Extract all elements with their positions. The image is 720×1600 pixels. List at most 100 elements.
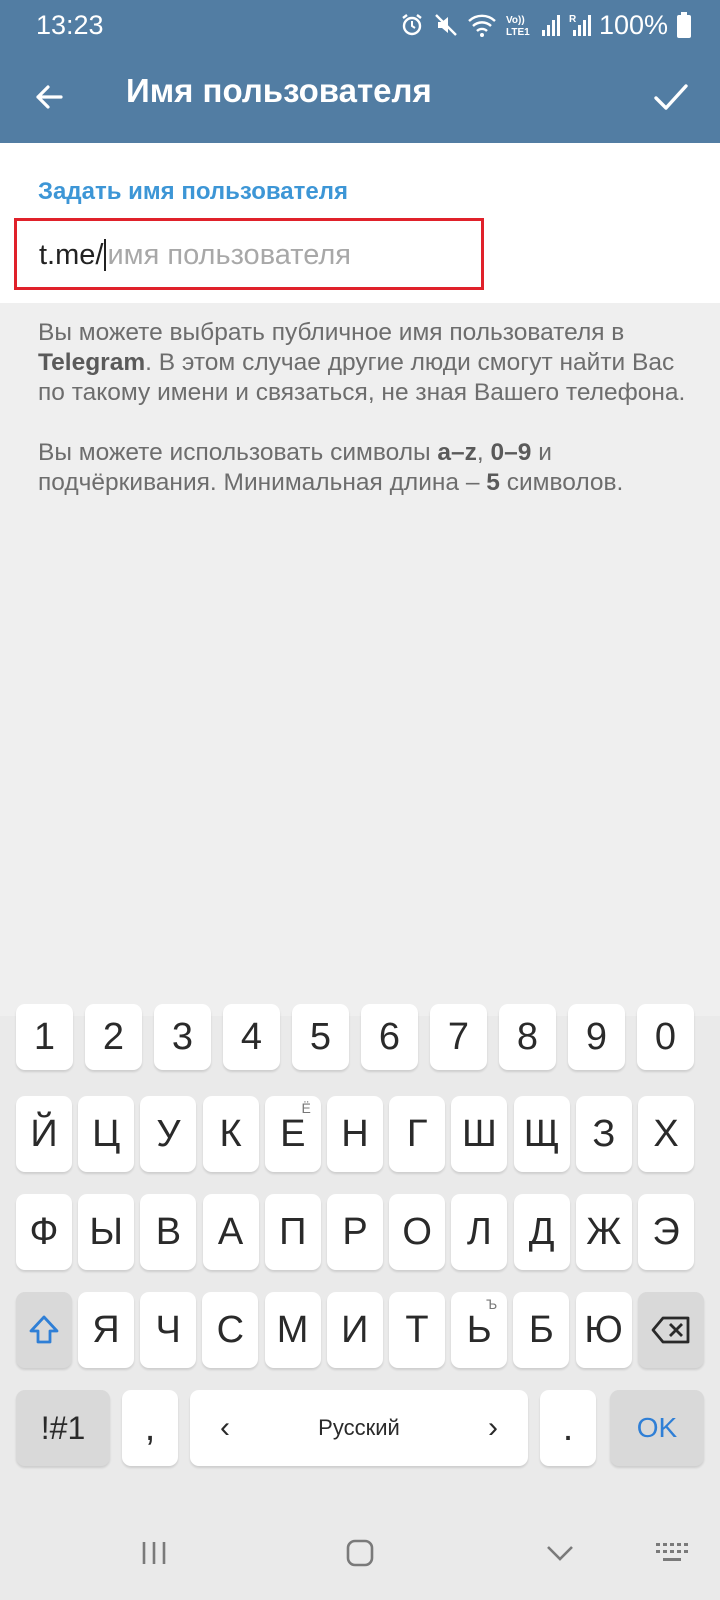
period-key-label: . (562, 1406, 574, 1449)
key-letter[interactable]: Ю (575, 1292, 632, 1368)
key-letter[interactable]: Э (638, 1194, 694, 1270)
comma-key-label: , (144, 1406, 156, 1449)
key-letter[interactable]: ЬЪ (451, 1292, 508, 1368)
space-key[interactable]: ‹ Русский › (190, 1390, 528, 1466)
key-letter-label: В (155, 1210, 182, 1253)
key-letter[interactable]: Ж (575, 1194, 632, 1270)
info-text: Вы можете выбрать публичное имя пользова… (38, 318, 688, 498)
key-letter-label: З (592, 1112, 616, 1155)
key-5[interactable]: 5 (292, 1004, 349, 1070)
key-letter-label: Ю (584, 1308, 623, 1351)
key-0[interactable]: 0 (637, 1004, 694, 1070)
key-letter[interactable]: Я (78, 1292, 134, 1368)
key-letter[interactable]: М (264, 1292, 321, 1368)
chevron-down-icon (547, 1546, 573, 1561)
key-letter[interactable]: Р (327, 1194, 383, 1270)
key-letter[interactable]: Ф (16, 1194, 72, 1270)
home-button[interactable] (330, 1528, 390, 1578)
svg-text:Vo)): Vo)) (506, 15, 525, 26)
key-letter-label: Г (406, 1112, 428, 1155)
arrow-back-icon (36, 85, 63, 109)
key-letter[interactable]: К (202, 1096, 259, 1172)
key-letter-label: Л (466, 1210, 492, 1253)
backspace-icon (651, 1316, 690, 1344)
backspace-key[interactable] (638, 1292, 704, 1368)
recents-icon (142, 1542, 166, 1564)
key-letter[interactable]: Ш (451, 1096, 508, 1172)
page-title: Имя пользователя (126, 72, 432, 109)
key-letter[interactable]: С (202, 1292, 259, 1368)
key-letter[interactable]: А (202, 1194, 259, 1270)
hide-keyboard-button[interactable] (530, 1528, 590, 1578)
key-letter[interactable]: З (575, 1096, 632, 1172)
key-9[interactable]: 9 (568, 1004, 625, 1070)
key-letter[interactable]: Д (513, 1194, 570, 1270)
key-3[interactable]: 3 (154, 1004, 211, 1070)
key-letter[interactable]: Ы (78, 1194, 135, 1270)
svg-text:R: R (569, 14, 577, 25)
volte-icon: Vo)) LTE1 (506, 15, 530, 38)
key-letter-label: Ф (29, 1210, 59, 1253)
input-placeholder: имя пользователя (107, 238, 352, 271)
symbols-key-label: !#1 (40, 1409, 86, 1446)
key-letter[interactable]: Ч (140, 1292, 197, 1368)
key-letter-label: Д (528, 1210, 555, 1253)
battery-icon (677, 12, 691, 38)
key-8[interactable]: 8 (499, 1004, 556, 1070)
key-letter-label: Ш (461, 1112, 497, 1155)
key-letter-label: Й (30, 1112, 58, 1155)
key-letter[interactable]: П (264, 1194, 321, 1270)
section-label: Задать имя пользователя (38, 178, 349, 205)
key-4[interactable]: 4 (223, 1004, 280, 1070)
back-button[interactable] (22, 70, 76, 124)
key-6[interactable]: 6 (361, 1004, 418, 1070)
key-letter-label: О (402, 1210, 432, 1253)
key-7[interactable]: 7 (430, 1004, 487, 1070)
key-letter[interactable]: Н (327, 1096, 383, 1172)
ok-key-label: OK (636, 1412, 678, 1443)
key-letter[interactable]: Й (16, 1096, 72, 1172)
shift-key[interactable] (16, 1292, 72, 1368)
key-hint: Ъ (486, 1296, 498, 1312)
ok-key[interactable]: OK (610, 1390, 704, 1466)
key-letter[interactable]: Х (638, 1096, 694, 1172)
key-letter-label: Щ (523, 1112, 560, 1155)
key-hint: Ё (301, 1100, 311, 1116)
done-button[interactable] (644, 70, 698, 124)
key-letter[interactable]: Щ (513, 1096, 570, 1172)
key-letter[interactable]: Г (389, 1096, 446, 1172)
key-letter[interactable]: В (140, 1194, 197, 1270)
key-letter[interactable]: О (389, 1194, 446, 1270)
key-letter[interactable]: Л (451, 1194, 508, 1270)
key-letter[interactable]: Т (389, 1292, 445, 1368)
key-letter-label: Х (653, 1112, 679, 1155)
home-icon (346, 1539, 374, 1567)
key-letter[interactable]: Б (513, 1292, 570, 1368)
battery-percent: 100% (598, 9, 668, 40)
key-1[interactable]: 1 (16, 1004, 73, 1070)
key-letter[interactable]: Ц (78, 1096, 135, 1172)
comma-key[interactable]: , (122, 1390, 178, 1466)
key-letter[interactable]: ЕЁ (264, 1096, 321, 1172)
info-paragraph-2: Вы можете использовать символы a–z, 0–9 … (38, 439, 624, 496)
key-letter[interactable]: У (140, 1096, 197, 1172)
username-input[interactable]: t.me/ имя пользователя (39, 235, 351, 275)
recents-button[interactable] (124, 1528, 184, 1578)
key-letter-label: Н (341, 1112, 369, 1155)
period-key[interactable]: . (540, 1390, 596, 1466)
symbols-key[interactable]: !#1 (16, 1390, 110, 1466)
text-cursor (104, 239, 107, 271)
key-4-label: 4 (240, 1015, 263, 1058)
username-input-highlight[interactable]: t.me/ имя пользователя (14, 218, 484, 290)
key-letter-label: У (156, 1112, 181, 1155)
info-paragraph-1: Вы можете выбрать публичное имя пользова… (38, 319, 686, 406)
key-5-label: 5 (309, 1015, 332, 1058)
keyboard-icon (656, 1543, 688, 1561)
wifi-icon (468, 14, 496, 37)
status-bar: 13:23 Vo)) LTE1 R 100% (0, 0, 720, 50)
keyboard-switch-button[interactable] (642, 1528, 702, 1578)
key-8-label: 8 (516, 1015, 539, 1058)
key-2[interactable]: 2 (85, 1004, 142, 1070)
key-letter[interactable]: И (326, 1292, 383, 1368)
key-letter-label: Ы (89, 1210, 123, 1253)
